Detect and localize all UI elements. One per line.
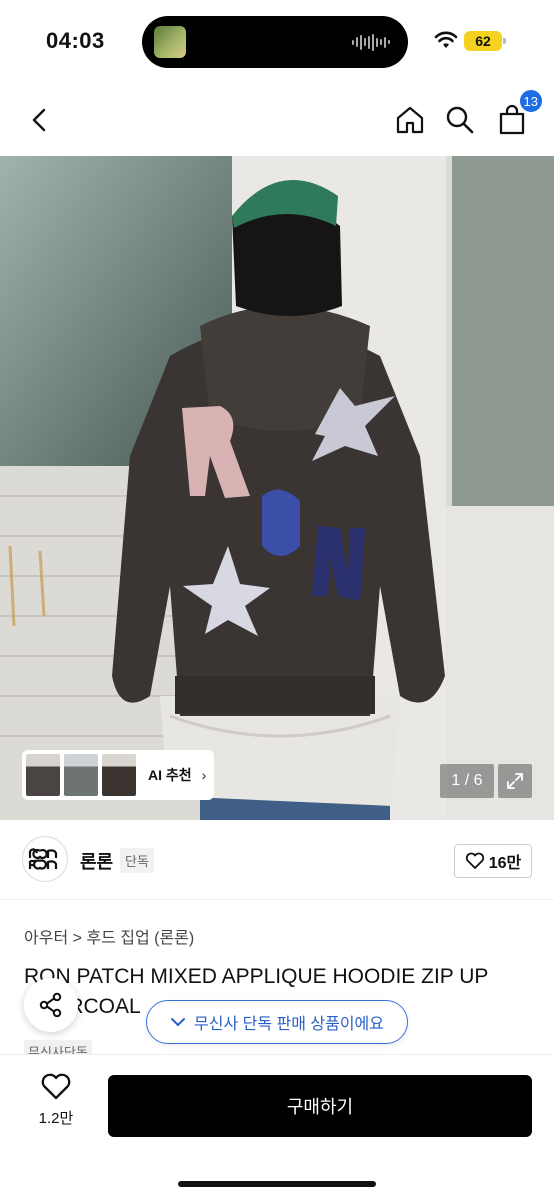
- toast-text: 무신사 단독 판매 상품이에요: [194, 1016, 384, 1033]
- wishlist-count: 1.2만: [38, 1110, 74, 1127]
- product-photo: [0, 156, 554, 820]
- brand-logo-mark: [28, 848, 58, 870]
- home-icon: [396, 106, 424, 134]
- expand-button[interactable]: [498, 764, 532, 798]
- share-button[interactable]: [24, 978, 78, 1032]
- buy-button[interactable]: 구매하기: [108, 1075, 532, 1137]
- home-button[interactable]: [390, 100, 430, 140]
- wishlist-button[interactable]: 1.2만: [24, 1073, 88, 1128]
- battery-indicator: 62: [464, 31, 506, 51]
- home-indicator: [178, 1181, 376, 1187]
- brand-exclusive-tag: 단독: [120, 848, 154, 873]
- audio-wave-icon: [352, 33, 390, 51]
- chevron-down-icon: [171, 1018, 185, 1027]
- bottom-action-bar: 1.2만 구매하기: [0, 1054, 554, 1200]
- category-breadcrumb[interactable]: 아우터 > 후드 집업 (론론): [24, 924, 194, 948]
- cart-button[interactable]: 13: [492, 88, 544, 140]
- chevron-left-icon: [32, 108, 46, 132]
- battery-level: 62: [475, 33, 491, 49]
- dynamic-island[interactable]: [142, 16, 408, 68]
- expand-icon: [507, 773, 523, 789]
- brand-row[interactable]: 론론 단독 16만: [0, 820, 554, 900]
- status-bar: 04:03 62: [0, 0, 554, 84]
- ai-recommend-label: AI 추천: [148, 767, 192, 783]
- ai-recommend-button[interactable]: AI 추천 ›: [22, 750, 214, 800]
- cart-count-badge: 13: [517, 88, 544, 114]
- search-button[interactable]: [440, 100, 480, 140]
- brand-like-button[interactable]: 16만: [454, 844, 532, 878]
- recommend-thumbnail: [64, 754, 98, 796]
- product-image-gallery[interactable]: AI 추천 › 1 / 6: [0, 156, 554, 820]
- wifi-icon: [434, 31, 458, 48]
- brand-logo[interactable]: [22, 836, 68, 882]
- recommend-thumbnail: [102, 754, 136, 796]
- heart-icon: [465, 852, 484, 869]
- status-time: 04:03: [46, 28, 105, 53]
- brand-like-count: 16만: [488, 855, 522, 872]
- now-playing-artwork: [154, 26, 186, 58]
- app-header: 13: [0, 84, 554, 156]
- brand-name[interactable]: 론론: [80, 848, 113, 874]
- heart-icon: [41, 1073, 71, 1100]
- back-button[interactable]: [20, 100, 60, 140]
- share-icon: [39, 992, 62, 1018]
- image-counter: 1 / 6: [440, 764, 494, 798]
- search-icon: [446, 106, 474, 134]
- recommend-thumbnail: [26, 754, 60, 796]
- exclusive-toast[interactable]: 무신사 단독 판매 상품이에요: [146, 1000, 408, 1044]
- chevron-right-icon: ›: [201, 767, 207, 783]
